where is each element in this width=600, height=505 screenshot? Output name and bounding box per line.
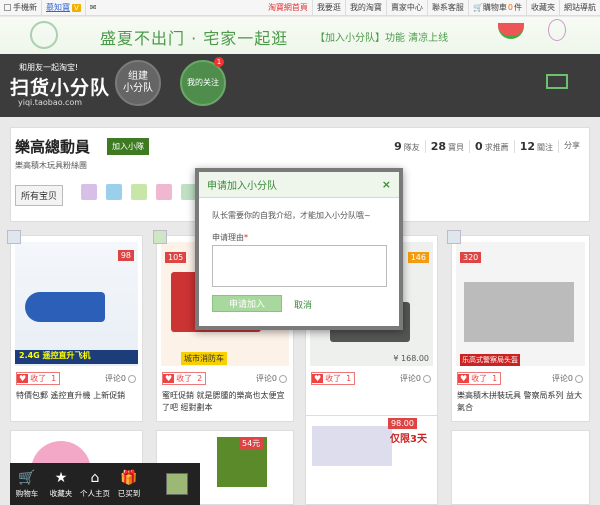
reason-label: 申请理由* [212, 233, 248, 242]
product-title[interactable]: 特價包郵 遙控直升機 上新促銷 [16, 390, 137, 402]
favorite-button[interactable]: ♥ 收了 1 [311, 372, 356, 385]
comment-icon [279, 374, 287, 383]
join-team-dialog: 申请加入小分队 × 队长需要你的自我介绍，才能加入小分队哦~ 申请理由* 申请加… [195, 168, 403, 330]
member-avatar[interactable] [153, 230, 167, 244]
heart-icon: ♥ [312, 374, 324, 383]
create-team-button[interactable]: 组建 小分队 [115, 60, 161, 106]
team-stats: 9 隊友 28 寶貝 0 求推薦 12 關注 分享 [389, 140, 585, 153]
banner-promo: 【加入小分队】功能 清凉上线 [315, 33, 449, 44]
cart-icon: 🛒 [18, 469, 36, 486]
bottom-toolbar: 🛒 购物车 ★ 收藏夹 ⌂ 个人主页 🎁 已买到 [10, 463, 200, 505]
logo-tagline: 和朋友一起淘宝! [19, 63, 79, 72]
user-avatar[interactable] [166, 473, 188, 495]
product-title[interactable]: 樂高積木拼裝玩具 警察局系列 益大氣合 [457, 390, 584, 414]
stat-members[interactable]: 9 隊友 [389, 140, 425, 153]
team-description: 樂高積木玩具粉絲團 [15, 161, 87, 170]
share-button[interactable]: 分享 [558, 140, 585, 153]
envelope-icon[interactable] [546, 74, 568, 89]
all-items-button[interactable]: 所有宝贝 [15, 185, 64, 206]
dialog-header: 申请加入小分队 × [199, 172, 399, 198]
topbar-mobile[interactable]: 手機新 [0, 0, 41, 16]
top-nav-bar: 手機新 慕知寶 V ✉ 淘寶網首頁 我要逛 我的淘寶 賣家中心 聯系客服 🛒 購物車… [0, 0, 600, 16]
banner-slogan: 盛夏不出门 · 宅家一起逛 [100, 29, 289, 48]
home-icon: ⌂ [90, 469, 100, 486]
watermelon-decoration-icon [498, 23, 524, 39]
topbar-browse[interactable]: 我要逛 [311, 0, 345, 16]
dialog-title: 申请加入小分队 [207, 181, 277, 192]
topbar-seller-center[interactable]: 賣家中心 [385, 0, 427, 16]
comment-link[interactable]: 评论0 [256, 373, 287, 384]
topbar-customer-service[interactable]: 聯系客服 [426, 0, 468, 16]
bottom-cart-button[interactable]: 🛒 购物车 [10, 463, 44, 505]
logo[interactable]: 扫货小分队 [10, 73, 110, 100]
apply-join-button[interactable]: 申请加入 [212, 295, 282, 312]
notification-badge: 1 [214, 57, 224, 67]
topbar-taobao-home[interactable]: 淘寶網首頁 [264, 0, 312, 16]
dialog-intro: 队长需要你的自我介绍，才能加入小分队哦~ [212, 211, 371, 220]
join-team-button[interactable]: 加入小隊 [107, 138, 149, 155]
favorite-button[interactable]: ♥ 收了 1 [16, 372, 61, 385]
topbar-mail[interactable]: ✉ [84, 0, 101, 16]
mail-icon: ✉ [89, 3, 97, 12]
member-avatars [81, 184, 206, 200]
phone-icon [4, 4, 11, 11]
cancel-button[interactable]: 取消 [294, 298, 312, 311]
stat-items[interactable]: 28 寶貝 [424, 140, 469, 153]
heart-icon: ♥ [458, 374, 470, 383]
topbar-cart[interactable]: 🛒 購物車 0 件 [467, 0, 526, 16]
topbar-favorites[interactable]: 收藏夾 [526, 0, 559, 16]
comment-link[interactable]: 评论0 [552, 373, 583, 384]
member-avatar[interactable] [7, 230, 21, 244]
heart-icon: ♥ [163, 374, 175, 383]
comment-link[interactable]: 评论0 [400, 373, 431, 384]
topbar-user[interactable]: 慕知寶 V [41, 0, 85, 16]
product-title[interactable]: 蜜旺促銷 就是腮腫的樂高也太便宜了吧 經對劃本 [162, 390, 288, 414]
comment-icon [575, 374, 583, 383]
bottom-purchased-button[interactable]: 🎁 已买到 [112, 463, 146, 505]
product-card[interactable] [451, 430, 590, 505]
stat-requests[interactable]: 0 求推薦 [469, 140, 514, 153]
butterfly-decoration-icon [548, 19, 566, 41]
promo-banner[interactable]: 盛夏不出门 · 宅家一起逛 【加入小分队】功能 清凉上线 [0, 17, 600, 54]
bottom-favorites-button[interactable]: ★ 收藏夹 [44, 463, 78, 505]
topbar-my-taobao[interactable]: 我的淘寶 [344, 0, 386, 16]
close-icon[interactable]: × [382, 178, 391, 191]
member-avatar[interactable] [156, 184, 172, 200]
member-avatar[interactable] [81, 184, 97, 200]
vip-badge: V [72, 3, 81, 12]
favorite-button[interactable]: ♥ 收了 1 [457, 372, 502, 385]
logo-url: yiqi.taobao.com [18, 98, 83, 107]
bottom-homepage-button[interactable]: ⌂ 个人主页 [78, 463, 112, 505]
comment-link[interactable]: 评论0 [105, 373, 136, 384]
comment-icon [423, 374, 431, 383]
member-avatar[interactable] [447, 230, 461, 244]
helicopter-shape [25, 292, 105, 322]
reason-textarea[interactable] [212, 245, 387, 287]
police-station-shape [464, 282, 574, 342]
fan-decoration-icon [30, 21, 58, 49]
gift-icon: 🎁 [120, 469, 138, 486]
team-name: 樂高總動員 [15, 138, 91, 156]
heart-icon: ♥ [17, 374, 29, 383]
member-avatar[interactable] [131, 184, 147, 200]
product-card[interactable]: 320 乐高式警察局头盔 ♥ 收了 1 评论0 樂高積木拼裝玩具 警察局系列 益大氣… [451, 235, 590, 422]
product-card[interactable]: 98.00 仅限3天 [305, 415, 438, 505]
comment-icon [128, 374, 136, 383]
required-marker: * [244, 233, 248, 242]
site-header: 和朋友一起淘宝! 扫货小分队 yiqi.taobao.com [0, 54, 600, 117]
product-image[interactable]: 320 乐高式警察局头盔 [456, 242, 585, 366]
stat-followers[interactable]: 12 關注 [513, 140, 558, 153]
favorite-button[interactable]: ♥ 收了 2 [162, 372, 207, 385]
product-card[interactable]: 98 2.4G 遥控直升飞机 ♥ 收了 1 评论0 特價包郵 遙控直升機 上新促銷 [10, 235, 143, 422]
cart-icon: 🛒 [472, 3, 483, 12]
star-icon: ★ [54, 469, 68, 486]
member-avatar[interactable] [106, 184, 122, 200]
topbar-site-nav[interactable]: 網站導航 [559, 0, 600, 16]
ship-toy-shape [312, 426, 392, 466]
product-image[interactable]: 98 2.4G 遥控直升飞机 [15, 242, 138, 366]
